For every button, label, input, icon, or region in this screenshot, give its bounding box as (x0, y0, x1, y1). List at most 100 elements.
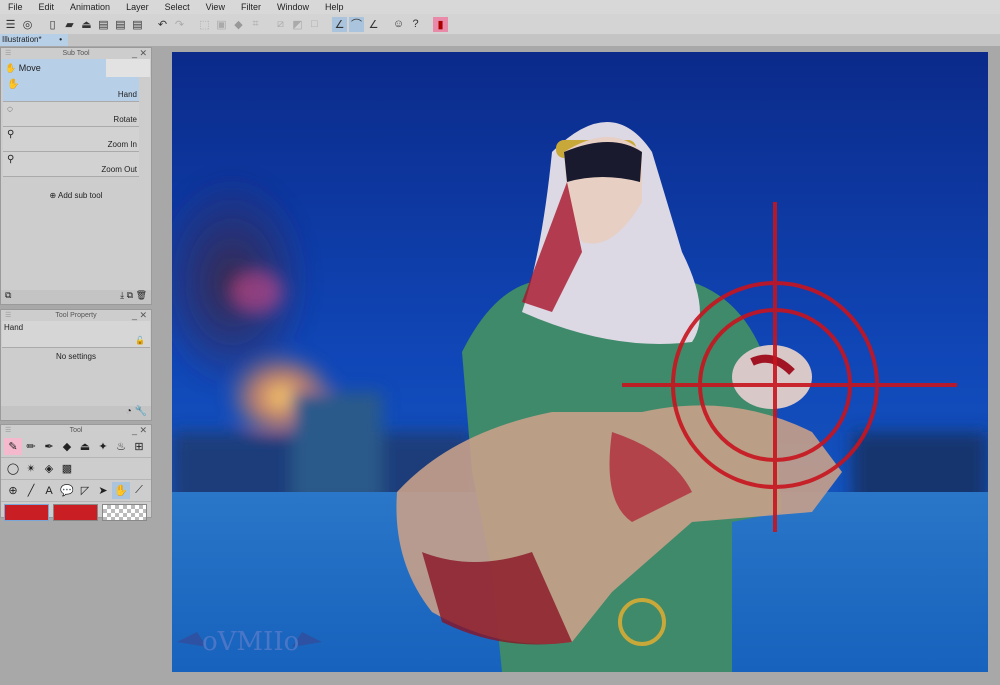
grid-icon[interactable]: ⊞ (130, 438, 148, 455)
add-sub-tool-button[interactable]: ⊕ Add sub tool (1, 191, 151, 200)
gradient-icon[interactable]: ▩ (58, 460, 76, 477)
transform-icon[interactable]: ⌗ (248, 17, 263, 32)
svg-text:oVMIIo: oVMIIo (202, 627, 299, 657)
menu-layer[interactable]: Layer (118, 2, 157, 12)
curve-snap-icon[interactable]: ⌒ (349, 16, 364, 32)
magic-wand-icon[interactable]: ✴ (22, 460, 40, 477)
subtool-zoom-in[interactable]: ⚲ Zoom In (3, 127, 139, 152)
tool-row-2: ◯ ✴ ◈ ▩ (1, 458, 151, 480)
menu-animation[interactable]: Animation (62, 2, 118, 12)
tab-label: Illustration* (2, 35, 42, 44)
sub-tool-panel: ☰ Sub Tool _ ✕ ✋ Move ✋ Hand ◌ Rotate ⚲ Zoom … (0, 47, 152, 305)
no-settings-text: No settings (55, 352, 97, 361)
settings-icon[interactable]: ⧉ (5, 290, 11, 304)
frame-icon[interactable]: □ (307, 17, 322, 32)
subtool-footer: ⧉ ⤓ ⧉ 🗑 (1, 290, 151, 304)
undo-icon[interactable]: ↶ (155, 17, 170, 32)
import-icon[interactable]: ⤓ (120, 290, 124, 300)
close-icon[interactable]: _ ✕ (132, 425, 147, 436)
menu-icon[interactable]: ☰ (3, 17, 18, 32)
fill-icon[interactable]: ◈ (40, 460, 58, 477)
subtool-label: Zoom Out (101, 165, 137, 174)
line-icon[interactable]: ╱ (22, 482, 40, 499)
eyedropper-icon[interactable]: ⟋ (130, 482, 148, 499)
companion-icon[interactable]: ☺ (391, 17, 406, 32)
command-bar: ☰ ◎ ▯ ▰ ⏏ ▤ ▤ ▤ ↶ ↷ ⬚ ▣ ◆ ⌗ ⧄ ◩ □ ∠ ⌒ ∠ … (0, 14, 1000, 34)
operation-icon[interactable]: ⊕ (4, 482, 22, 499)
close-icon[interactable]: _ ✕ (132, 310, 147, 321)
menu-window[interactable]: Window (269, 2, 317, 12)
tool-row-1: ✎ ✏ ✒ ◆ ⏏ ✦ ♨ ⊞ (1, 436, 151, 458)
hand-icon: ✋ (5, 63, 17, 73)
redo-icon[interactable]: ↷ (172, 17, 187, 32)
hand-icon[interactable]: ✋ (112, 482, 130, 499)
close-icon[interactable]: _ ✕ (132, 48, 147, 59)
crop-icon[interactable]: ▣ (214, 17, 229, 32)
tab-illustration[interactable]: Illustration* • (0, 34, 68, 46)
lock-icon[interactable]: 🔓 (135, 336, 145, 345)
tool-panel: ☰ Tool _ ✕ ✎ ✏ ✒ ◆ ⏏ ✦ ♨ ⊞ ◯ ✴ ◈ ▩ ⊕ ╱ A 💬 ◸ ➤ ✋ ⟋ (0, 424, 152, 521)
fill-icon[interactable]: ◆ (231, 17, 246, 32)
menu-help[interactable]: Help (317, 2, 352, 12)
menu-edit[interactable]: Edit (31, 2, 63, 12)
subtool-group-tab[interactable]: ✋ Move (2, 59, 150, 77)
eraser-icon[interactable]: ◆ (58, 438, 76, 455)
tool-name-box: Hand 🔓 (2, 321, 150, 348)
pencil-icon[interactable]: ✏ (22, 438, 40, 455)
panel-menu-icon[interactable]: ☰ (5, 310, 11, 321)
text-icon[interactable]: A (40, 482, 58, 499)
save-icon[interactable]: ⏏ (79, 17, 94, 32)
canvas[interactable]: oVMIIo (172, 52, 988, 672)
subtool-hand[interactable]: ✋ Hand (3, 77, 139, 102)
tab-modified-dot: • (59, 35, 62, 44)
clear-icon[interactable]: ⧄ (273, 17, 288, 32)
export-icon[interactable]: ▤ (96, 17, 111, 32)
menu-view[interactable]: View (198, 2, 233, 12)
export-icon[interactable]: ▤ (130, 17, 145, 32)
export-icon[interactable]: ▤ (113, 17, 128, 32)
gradient-icon[interactable]: ◩ (290, 17, 305, 32)
frame-border-icon[interactable]: ◸ (76, 482, 94, 499)
panel-menu-icon[interactable]: ☰ (5, 425, 11, 436)
transparent-color-swatch[interactable] (102, 504, 147, 521)
object-icon[interactable]: ➤ (94, 482, 112, 499)
subtool-rotate[interactable]: ◌ Rotate (3, 102, 139, 127)
decoration-icon[interactable]: ⏏ (76, 438, 94, 455)
open-icon[interactable]: ▰ (62, 17, 77, 32)
plus-circle-icon: ⊕ (49, 191, 57, 200)
subtool-label: Zoom In (107, 140, 137, 149)
select-icon[interactable]: ⬚ (197, 17, 212, 32)
airbrush-icon[interactable]: ✦ (94, 438, 112, 455)
panel-header: ☰ Sub Tool _ ✕ (1, 48, 151, 59)
duplicate-icon[interactable]: ⧉ (127, 290, 133, 300)
main-color-swatch[interactable] (4, 504, 49, 521)
panel-menu-icon[interactable]: ☰ (5, 48, 11, 59)
tool-property-footer: ◔ 🔧 (1, 406, 151, 420)
account-icon[interactable]: ▮ (433, 16, 448, 32)
panel-header: ☰ Tool Property _ ✕ (1, 310, 151, 321)
new-icon[interactable]: ▯ (45, 17, 60, 32)
subtool-zoom-out[interactable]: ⚲ Zoom Out (3, 152, 139, 177)
rotate-icon: ◌ (7, 104, 13, 115)
panel-title: Sub Tool (62, 50, 90, 57)
lasso-icon[interactable]: ◯ (4, 460, 22, 477)
wrench-icon[interactable]: 🔧 (135, 406, 147, 417)
help-icon[interactable]: ? (408, 17, 423, 32)
menu-select[interactable]: Select (157, 2, 198, 12)
brush-icon[interactable]: ✒ (40, 438, 58, 455)
reset-icon[interactable]: ◔ (126, 406, 132, 417)
menu-file[interactable]: File (0, 2, 31, 12)
line-snap-icon[interactable]: ∠ (366, 17, 381, 32)
zoom-out-icon: ⚲ (7, 154, 15, 165)
add-label: Add sub tool (58, 191, 103, 200)
pen-icon[interactable]: ✎ (4, 438, 22, 455)
trash-icon[interactable]: 🗑 (136, 290, 147, 300)
panel-title: Tool (69, 427, 83, 434)
panel-header: ☰ Tool _ ✕ (1, 425, 151, 436)
sub-color-swatch[interactable] (53, 504, 98, 521)
menu-filter[interactable]: Filter (233, 2, 269, 12)
clip-icon[interactable]: ◎ (20, 17, 35, 32)
balloon-icon[interactable]: 💬 (58, 482, 76, 499)
blend-icon[interactable]: ♨ (112, 438, 130, 455)
ruler-snap-icon[interactable]: ∠ (332, 16, 347, 32)
